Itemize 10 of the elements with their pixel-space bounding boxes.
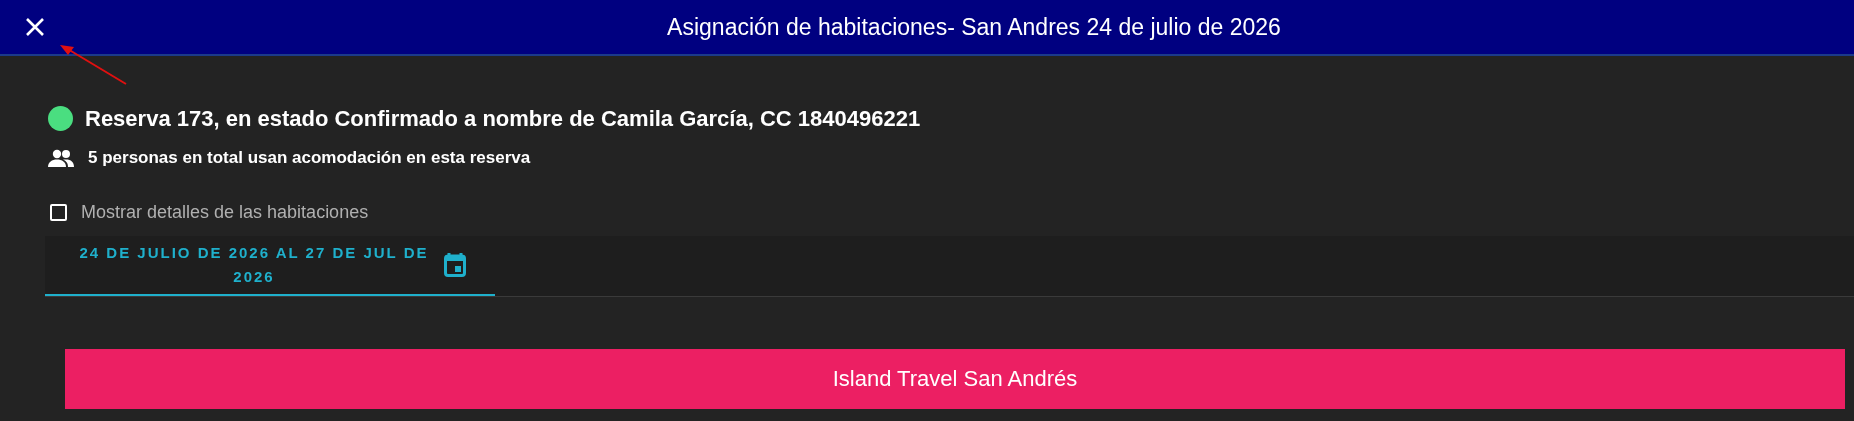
close-icon (25, 17, 45, 37)
calendar-icon (444, 252, 466, 277)
people-icon (48, 148, 74, 167)
checkbox-label: Mostrar detalles de las habitaciones (81, 200, 369, 224)
reservation-summary: Reserva 173, en estado Confirmado a nombre de Camila García, CC 1840496221 (85, 105, 921, 133)
hotel-button[interactable]: Island Travel San Andrés (65, 348, 1845, 409)
window-title: Asignación de habitaciones- San Andres 24 de julio de 2026 (666, 12, 1282, 42)
annotation-arrow (58, 44, 128, 86)
people-count-text: 5 personas en total usan acomodación en esta reserva (88, 147, 531, 169)
checkbox[interactable] (50, 203, 67, 221)
